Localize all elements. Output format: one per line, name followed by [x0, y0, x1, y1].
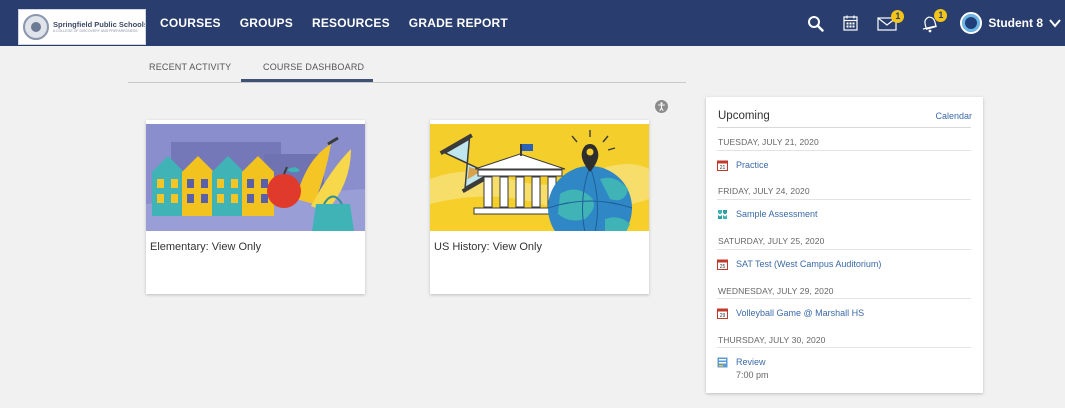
date-header: SATURDAY, JULY 25, 2020	[718, 236, 825, 246]
calendar-date-icon: 29	[717, 308, 728, 319]
event-practice[interactable]: 21 Practice	[717, 158, 769, 172]
date-header: THURSDAY, JULY 30, 2020	[718, 335, 826, 345]
upcoming-panel: Upcoming Calendar TUESDAY, JULY 21, 2020…	[706, 97, 983, 393]
calendar-date-icon: 21	[717, 160, 728, 171]
svg-text:29: 29	[720, 313, 726, 319]
notifications-badge: 1	[934, 9, 948, 22]
course-image-us-history	[430, 124, 649, 231]
calendar-date-icon: 25	[717, 259, 728, 270]
event-label[interactable]: Review	[736, 357, 766, 367]
nav-courses[interactable]: COURSES	[160, 16, 221, 30]
active-tab-indicator	[241, 79, 373, 82]
event-review[interactable]: Review	[717, 355, 766, 369]
divider	[717, 298, 971, 299]
upcoming-heading: Upcoming	[718, 110, 770, 122]
avatar[interactable]	[960, 12, 983, 34]
header-actions: 1 1 Student 8	[807, 0, 1065, 46]
event-label[interactable]: Sample Assessment	[736, 209, 818, 219]
course-card-us-history[interactable]: US History: View Only	[430, 120, 649, 294]
nav-grade-report[interactable]: GRADE REPORT	[409, 16, 508, 30]
assignment-icon	[717, 357, 728, 367]
tab-course-dashboard[interactable]: COURSE DASHBOARD	[263, 62, 364, 72]
accessibility-icon[interactable]	[655, 100, 668, 113]
calendar-link[interactable]: Calendar	[935, 111, 972, 121]
event-time: 7:00 pm	[736, 370, 769, 380]
event-label[interactable]: SAT Test (West Campus Auditorium)	[736, 259, 881, 269]
course-card-elementary[interactable]: Elementary: View Only	[146, 120, 365, 294]
divider	[717, 199, 971, 200]
school-tagline: A COLLEGE OF DISCOVERY AND PREPAREDNESS	[53, 29, 138, 33]
main-nav: COURSES GROUPS RESOURCES GRADE REPORT	[160, 0, 508, 46]
event-label[interactable]: Practice	[736, 160, 769, 170]
messages-badge: 1	[891, 10, 905, 23]
event-sample-assessment[interactable]: Sample Assessment	[717, 207, 818, 221]
event-sat-test[interactable]: 25 SAT Test (West Campus Auditorium)	[717, 257, 881, 271]
course-image-elementary	[146, 124, 365, 231]
search-icon[interactable]	[807, 15, 825, 32]
school-logo[interactable]: Springfield Public Schools A COLLEGE OF …	[18, 9, 146, 45]
school-name: Springfield Public Schools	[53, 20, 145, 29]
nav-resources[interactable]: RESOURCES	[312, 16, 390, 30]
divider	[717, 127, 971, 128]
school-seal-icon	[23, 14, 49, 40]
event-label[interactable]: Volleyball Game @ Marshall HS	[736, 308, 864, 318]
divider	[717, 347, 971, 348]
calendar-icon[interactable]	[843, 15, 858, 31]
date-header: WEDNESDAY, JULY 29, 2020	[718, 286, 834, 296]
date-header: FRIDAY, JULY 24, 2020	[718, 186, 810, 196]
user-name[interactable]: Student 8	[988, 16, 1043, 30]
messages-icon[interactable]: 1	[877, 10, 905, 32]
dashboard-tabs: RECENT ACTIVITY COURSE DASHBOARD	[128, 58, 686, 83]
chevron-down-icon[interactable]	[1048, 16, 1062, 30]
course-title[interactable]: US History: View Only	[434, 241, 542, 253]
divider	[717, 249, 971, 250]
svg-text:21: 21	[720, 165, 726, 171]
svg-text:25: 25	[720, 264, 726, 270]
event-volleyball-game[interactable]: 29 Volleyball Game @ Marshall HS	[717, 306, 864, 320]
divider	[717, 150, 971, 151]
nav-groups[interactable]: GROUPS	[240, 16, 293, 30]
top-navigation-bar: Springfield Public Schools A COLLEGE OF …	[0, 0, 1065, 46]
notifications-icon[interactable]: 1	[920, 9, 948, 33]
tab-recent-activity[interactable]: RECENT ACTIVITY	[149, 62, 231, 72]
course-title[interactable]: Elementary: View Only	[150, 241, 261, 253]
date-header: TUESDAY, JULY 21, 2020	[718, 137, 819, 147]
assessment-icon	[718, 209, 727, 219]
